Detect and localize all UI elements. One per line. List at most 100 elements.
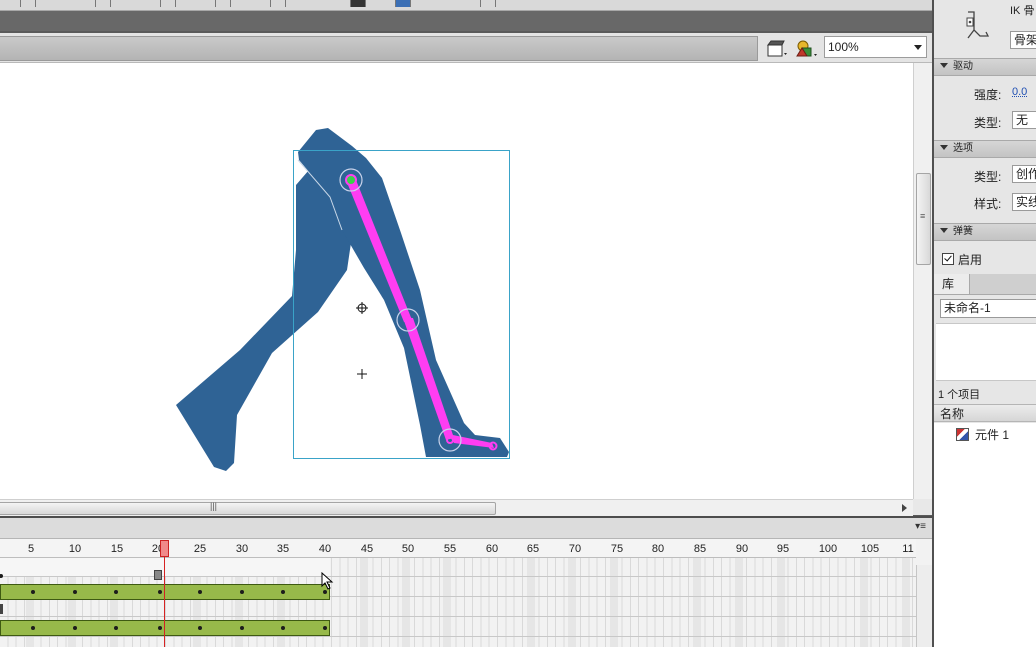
frame-number: 5 bbox=[16, 543, 46, 555]
properties-panel: IK 骨 骨架 驱动 强度: 0.0 类型: 无 选项 类型: 创作 样式: 实… bbox=[932, 0, 1036, 647]
scrollbar-corner bbox=[913, 499, 932, 515]
frame-number: 35 bbox=[268, 543, 298, 555]
keyframe[interactable] bbox=[158, 626, 162, 630]
enable-checkbox-row[interactable]: 启用 bbox=[942, 251, 982, 268]
library-item[interactable]: 元件 1 bbox=[956, 426, 1009, 444]
triangle-down-icon bbox=[940, 228, 948, 233]
frame-number: 15 bbox=[102, 543, 132, 555]
keyframe-marker[interactable] bbox=[154, 570, 162, 580]
strength-label: 强度: bbox=[974, 86, 1001, 103]
frame-number: 75 bbox=[602, 543, 632, 555]
keyframe[interactable] bbox=[31, 590, 35, 594]
frame-number: 50 bbox=[393, 543, 423, 555]
timeline-vertical-scrollbar[interactable] bbox=[916, 565, 933, 647]
bone-name-field[interactable]: 骨架 bbox=[1010, 31, 1036, 49]
frame-number: 65 bbox=[518, 543, 548, 555]
keyframe[interactable] bbox=[73, 590, 77, 594]
keyframe[interactable] bbox=[114, 590, 118, 594]
tool-button[interactable] bbox=[480, 0, 496, 7]
zoom-value: 100% bbox=[828, 40, 859, 54]
frame-grid[interactable] bbox=[0, 558, 916, 647]
tool-button[interactable] bbox=[215, 0, 231, 7]
frame-number: 11 bbox=[893, 543, 923, 555]
frame-number: 105 bbox=[855, 543, 885, 555]
frame-number: 25 bbox=[185, 543, 215, 555]
section-spring-label: 弹簧 bbox=[953, 226, 973, 237]
frame-number: 80 bbox=[643, 543, 673, 555]
tool-button[interactable] bbox=[20, 0, 36, 7]
frame-number: 10 bbox=[60, 543, 90, 555]
section-options-label: 选项 bbox=[953, 143, 973, 154]
zoom-select[interactable]: 100% bbox=[824, 36, 927, 58]
damping-type-label: 类型: bbox=[974, 114, 1001, 131]
keyframe[interactable] bbox=[240, 590, 244, 594]
library-item-count: 1 个项目 bbox=[938, 386, 980, 402]
panel-menu-icon[interactable]: ▾≡ bbox=[915, 521, 926, 532]
scrollbar-thumb[interactable]: ≡ bbox=[916, 173, 931, 265]
options-type-label: 类型: bbox=[974, 168, 1001, 185]
library-tab-bar: 库 bbox=[934, 274, 1036, 295]
stage-horizontal-scrollbar[interactable]: ||| bbox=[0, 499, 913, 516]
playhead-line bbox=[164, 557, 165, 647]
tab-library[interactable]: 库 bbox=[934, 274, 970, 294]
keyframe[interactable] bbox=[323, 626, 327, 630]
edit-symbols-icon[interactable] bbox=[794, 39, 820, 59]
layer-row[interactable] bbox=[0, 558, 330, 576]
back-leg-shape[interactable] bbox=[176, 148, 352, 471]
edit-scene-icon[interactable] bbox=[766, 40, 790, 58]
library-name-column-header[interactable]: 名称 bbox=[934, 404, 1036, 422]
triangle-down-icon bbox=[940, 63, 948, 68]
section-spring[interactable]: 弹簧 bbox=[934, 223, 1036, 241]
damping-type-select[interactable]: 无 bbox=[1012, 111, 1036, 129]
grip-icon: ≡ bbox=[920, 214, 925, 218]
keyframe[interactable] bbox=[198, 590, 202, 594]
style-label: 样式: bbox=[974, 195, 1001, 212]
transform-point-icon[interactable] bbox=[356, 302, 368, 314]
library-document-select[interactable]: 未命名-1 bbox=[940, 299, 1036, 318]
section-drive-label: 驱动 bbox=[953, 61, 973, 72]
keyframe-marker[interactable] bbox=[0, 604, 3, 614]
grip-icon: ||| bbox=[210, 501, 217, 511]
keyframe[interactable] bbox=[158, 590, 162, 594]
frame-number: 60 bbox=[477, 543, 507, 555]
frame-number: 70 bbox=[560, 543, 590, 555]
section-drive[interactable]: 驱动 bbox=[934, 58, 1036, 76]
options-type-select[interactable]: 创作 bbox=[1012, 165, 1036, 183]
keyframe[interactable] bbox=[31, 626, 35, 630]
library-preview bbox=[936, 323, 1036, 381]
tool-button[interactable] bbox=[95, 0, 111, 7]
style-select[interactable]: 实线 bbox=[1012, 193, 1036, 211]
tool-button[interactable] bbox=[395, 0, 411, 7]
strength-value[interactable]: 0.0 bbox=[1012, 86, 1027, 98]
tool-button[interactable] bbox=[160, 0, 176, 7]
keyframe[interactable] bbox=[281, 626, 285, 630]
timeline-panel: ▾≡ 5 10 15 20 25 30 35 40 45 50 55 60 65… bbox=[0, 516, 932, 647]
keyframe[interactable] bbox=[281, 590, 285, 594]
keyframe[interactable] bbox=[73, 626, 77, 630]
scroll-right-arrow-icon[interactable] bbox=[902, 504, 907, 512]
library-item-label: 元件 1 bbox=[975, 428, 1009, 442]
frame-number: 45 bbox=[352, 543, 382, 555]
keyframe[interactable] bbox=[240, 626, 244, 630]
keyframe[interactable] bbox=[198, 626, 202, 630]
section-options[interactable]: 选项 bbox=[934, 140, 1036, 158]
symbol-icon bbox=[956, 428, 969, 441]
stage-vertical-scrollbar[interactable]: ≡ bbox=[913, 63, 933, 515]
scrollbar-thumb[interactable]: ||| bbox=[0, 502, 496, 515]
keyframe[interactable] bbox=[114, 626, 118, 630]
frame-number: 55 bbox=[435, 543, 465, 555]
chevron-down-icon[interactable] bbox=[914, 45, 922, 50]
keyframe[interactable] bbox=[323, 590, 327, 594]
playhead[interactable] bbox=[160, 540, 169, 557]
frame-number: 90 bbox=[727, 543, 757, 555]
ik-title: IK 骨 bbox=[1010, 2, 1034, 18]
breadcrumb bbox=[0, 36, 758, 61]
document-tab-bar bbox=[0, 11, 932, 31]
tool-button[interactable] bbox=[350, 0, 366, 7]
tool-button[interactable] bbox=[270, 0, 286, 7]
stage-canvas[interactable] bbox=[0, 63, 913, 499]
enable-checkbox[interactable] bbox=[942, 253, 954, 265]
keyframe[interactable] bbox=[0, 574, 3, 578]
frame-ruler[interactable]: 5 10 15 20 25 30 35 40 45 50 55 60 65 70… bbox=[0, 539, 916, 558]
edit-bar bbox=[0, 33, 932, 63]
